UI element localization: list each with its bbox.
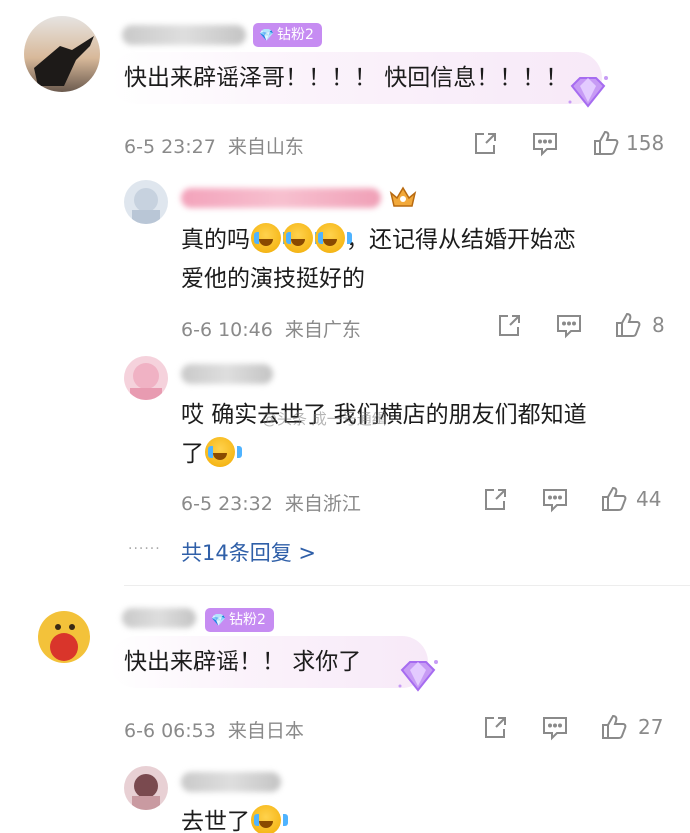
comment-text: 快出来辟谣泽哥！！！！ 快回信息！！！！ <box>124 65 569 91</box>
reply-text-line2: 爱他的演技挺好的 <box>181 266 365 292</box>
comment-meta: 6-6 06:53 来自日本 <box>124 720 304 742</box>
comment-icon <box>533 133 557 157</box>
comment-icon <box>543 717 567 741</box>
comment-button[interactable] <box>555 313 583 339</box>
comment-icon <box>543 489 567 513</box>
like-button[interactable]: 27 <box>600 713 663 741</box>
watermark: @头条 成一号通缉 <box>262 410 387 428</box>
thumbs-up-icon <box>602 714 627 739</box>
share-icon <box>475 133 496 154</box>
like-button[interactable]: 158 <box>592 129 664 157</box>
thumbs-up-icon <box>616 312 641 337</box>
like-count: 27 <box>638 715 664 739</box>
crying-laughing-emoji-icon <box>283 223 320 253</box>
avatar[interactable] <box>124 180 168 224</box>
more-replies-link[interactable]: 共14条回复 > <box>181 537 316 567</box>
share-button[interactable] <box>482 715 508 741</box>
like-button[interactable]: 44 <box>600 485 661 513</box>
share-button[interactable] <box>472 131 498 157</box>
crying-laughing-emoji-icon <box>315 223 352 253</box>
comment-button[interactable] <box>531 131 559 157</box>
fan-badge: 💎 钻粉2 <box>253 23 322 47</box>
like-count: 8 <box>652 313 665 337</box>
thumbs-up-icon <box>602 486 627 511</box>
username-blurred[interactable] <box>122 608 196 628</box>
username-blurred[interactable] <box>181 188 381 208</box>
avatar[interactable] <box>124 356 168 400</box>
crying-emoji-icon <box>251 805 288 833</box>
reply-meta: 6-6 10:46 来自广东 <box>181 319 361 341</box>
avatar[interactable] <box>124 766 168 810</box>
fan-badge: 💎 钻粉2 <box>205 608 274 632</box>
diamond-icon: 💎 <box>259 28 274 42</box>
share-button[interactable] <box>496 313 522 339</box>
comment-meta: 6-5 23:27 来自山东 <box>124 136 304 158</box>
diamond-icon: 💎 <box>211 613 226 627</box>
share-icon <box>485 489 506 510</box>
divider <box>124 585 690 586</box>
username-blurred[interactable] <box>181 364 273 384</box>
reply-text: 真的吗 ，还记得从结婚开始恋 <box>181 219 576 261</box>
thumbs-up-icon <box>594 130 619 155</box>
comment-button[interactable] <box>541 487 569 513</box>
crying-laughing-emoji-icon <box>251 223 288 253</box>
more-dots: ······ <box>128 541 161 557</box>
comment-text: 快出来辟谣！！ 求你了 <box>124 649 362 675</box>
share-icon <box>499 315 520 336</box>
diamond-decoration-icon <box>568 76 608 108</box>
reply-meta: 6-5 23:32 来自浙江 <box>181 493 361 515</box>
like-count: 158 <box>626 131 665 155</box>
diamond-decoration-icon <box>398 660 438 692</box>
comment-icon <box>557 315 581 339</box>
like-button[interactable]: 8 <box>614 311 665 339</box>
reply-text: 去世了 <box>181 801 288 833</box>
share-icon <box>485 717 506 738</box>
crown-badge-icon <box>389 186 417 207</box>
reply-text-line2: 了 <box>181 433 242 475</box>
crying-emoji-icon <box>205 437 242 467</box>
avatar[interactable] <box>24 16 100 92</box>
share-button[interactable] <box>482 487 508 513</box>
avatar[interactable] <box>24 597 100 673</box>
username-blurred[interactable] <box>181 772 281 792</box>
username-blurred[interactable] <box>122 25 246 45</box>
like-count: 44 <box>636 487 662 511</box>
comment-button[interactable] <box>541 715 569 741</box>
